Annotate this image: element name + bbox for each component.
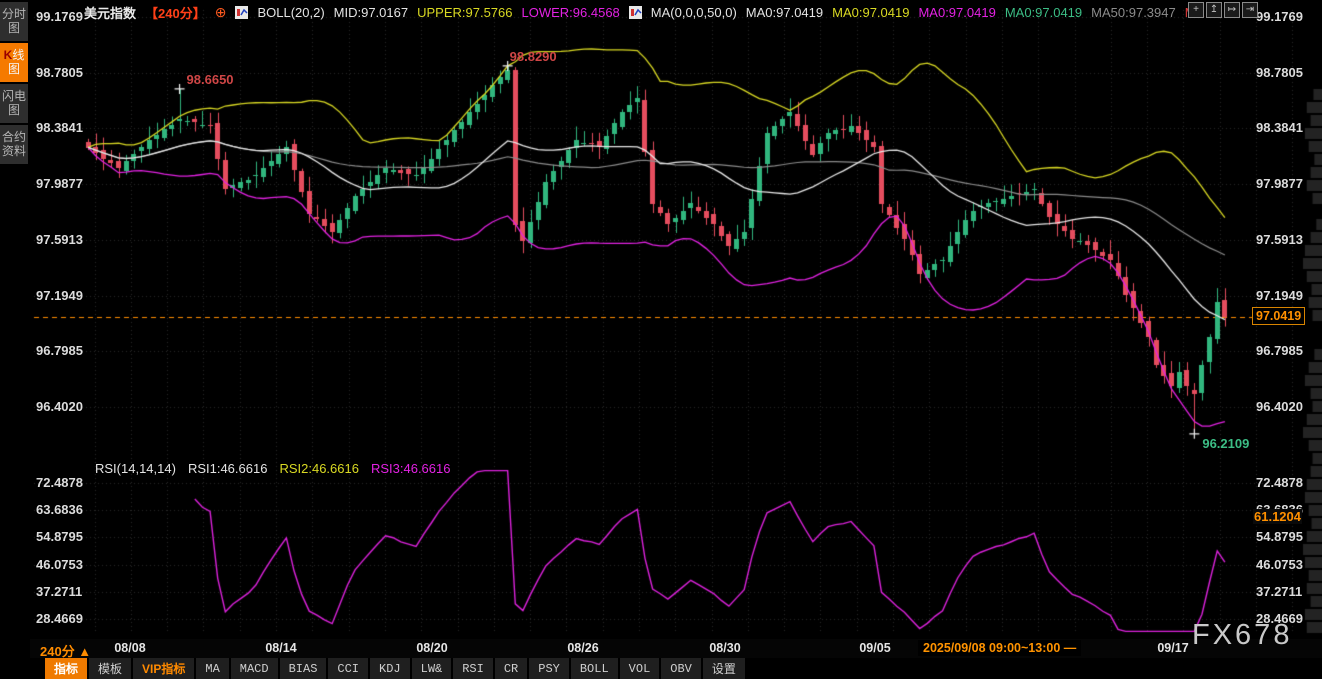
- rsi-axis-label: 72.4878: [1256, 475, 1303, 490]
- ma0-value-4: MA0:97.0419: [1005, 5, 1082, 20]
- ma-name: MA(0,0,0,50,0): [651, 5, 737, 20]
- collapse-panel-button[interactable]: ⇥: [1242, 2, 1258, 18]
- price-axis-label: 97.1949: [36, 288, 83, 303]
- rsi-axis-label: 54.8795: [1256, 529, 1303, 544]
- axis-zoom-x-button[interactable]: ↦: [1224, 2, 1240, 18]
- add-indicator-icon[interactable]: ⊕: [215, 4, 227, 21]
- indicator-toolbar: 指标模板VIP指标MAMACDBIASCCIKDJLW&RSICRPSYBOLL…: [45, 658, 745, 679]
- rsi-axis-label: 37.2711: [1256, 584, 1302, 599]
- chart-tool-buttons: +↥↦⇥: [1188, 2, 1258, 18]
- price-axis-label: 97.5913: [36, 232, 83, 247]
- ma0-value-1: MA0:97.0419: [746, 5, 823, 20]
- date-axis-row: 240分 ▲ 2025/09/08 09:00~13:00 — 08/0808/…: [30, 639, 1322, 658]
- annotation-high-1: 98.6650: [187, 72, 234, 87]
- date-tick: 08/08: [102, 641, 158, 655]
- sidebar-item-3[interactable]: 闪电图: [0, 84, 28, 123]
- toolbar-button-macd[interactable]: MACD: [231, 658, 278, 679]
- toolbar-button-obv[interactable]: OBV: [661, 658, 701, 679]
- boll-indicator-icon[interactable]: [235, 6, 248, 19]
- toolbar-button-lw-[interactable]: LW&: [412, 658, 452, 679]
- price-axis-label: 97.9877: [36, 176, 83, 191]
- date-tick: 09/05: [847, 641, 903, 655]
- pan-tool-button[interactable]: +: [1188, 2, 1204, 18]
- chart-header: 美元指数 【240分】 ⊕ BOLL(20,2) MID:97.0167 UPP…: [84, 3, 1204, 22]
- rsi-axis-label: 37.2711: [36, 584, 82, 599]
- sidebar-item-4[interactable]: 合约资料: [0, 125, 28, 164]
- date-tick: 08/26: [555, 641, 611, 655]
- last-price-tag: 97.0419: [1252, 307, 1305, 325]
- boll-upper-value: UPPER:97.5766: [417, 5, 512, 20]
- price-axis-label: 98.3841: [1256, 120, 1303, 135]
- toolbar-button-bias[interactable]: BIAS: [280, 658, 327, 679]
- price-axis-label: 96.4020: [36, 399, 83, 414]
- symbol-name: 美元指数: [84, 3, 136, 22]
- ma0-value-2: MA0:97.0419: [832, 5, 909, 20]
- toolbar-button-vol[interactable]: VOL: [620, 658, 660, 679]
- rsi-axis-label: 63.6836: [36, 502, 83, 517]
- rsi-axis-label: 72.4878: [36, 475, 83, 490]
- candlestick-chart-canvas[interactable]: [0, 0, 1322, 677]
- rsi3-value: RSI3:46.6616: [371, 461, 451, 476]
- ma50-value: MA50:97.3947: [1091, 5, 1176, 20]
- ma0-value-3: MA0:97.0419: [918, 5, 995, 20]
- price-axis-label: 96.4020: [1256, 399, 1303, 414]
- rsi-axis-label: 28.4669: [36, 611, 83, 626]
- price-axis-label: 98.3841: [36, 120, 83, 135]
- axis-zoom-y-button[interactable]: ↥: [1206, 2, 1222, 18]
- toolbar-button-模板[interactable]: 模板: [89, 658, 131, 679]
- toolbar-button-boll[interactable]: BOLL: [571, 658, 618, 679]
- toolbar-button-ma[interactable]: MA: [196, 658, 228, 679]
- ma-indicator-icon[interactable]: [629, 6, 642, 19]
- toolbar-button-psy[interactable]: PSY: [529, 658, 569, 679]
- rsi-axis-label: 54.8795: [36, 529, 83, 544]
- toolbar-button-rsi[interactable]: RSI: [453, 658, 493, 679]
- price-axis-label: 98.7805: [36, 65, 83, 80]
- rsi-current-value-tag: 61.1204: [1253, 509, 1302, 524]
- date-tick: 08/14: [253, 641, 309, 655]
- price-axis-label: 99.1769: [1256, 9, 1303, 24]
- rsi-axis-label: 46.0753: [1256, 557, 1303, 572]
- price-axis-label: 98.7805: [1256, 65, 1303, 80]
- date-tick: 08/20: [404, 641, 460, 655]
- price-axis-label: 97.1949: [1256, 288, 1303, 303]
- sidebar-item-2[interactable]: K线图: [0, 43, 28, 82]
- rsi2-value: RSI2:46.6616: [279, 461, 359, 476]
- price-axis-label: 99.1769: [36, 9, 83, 24]
- hover-date-range: 2025/09/08 09:00~13:00 —: [918, 640, 1081, 656]
- toolbar-button-vip指标[interactable]: VIP指标: [133, 658, 194, 679]
- price-axis-label: 97.5913: [1256, 232, 1303, 247]
- toolbar-button-设置[interactable]: 设置: [703, 658, 745, 679]
- toolbar-button-cr[interactable]: CR: [495, 658, 527, 679]
- boll-mid-value: MID:97.0167: [334, 5, 408, 20]
- price-axis-label: 96.7985: [36, 343, 83, 358]
- date-tick: 08/30: [697, 641, 753, 655]
- period-label: 【240分】: [145, 3, 206, 22]
- annotation-high-2: 98.8290: [510, 49, 557, 64]
- toolbar-button-cci[interactable]: CCI: [328, 658, 368, 679]
- rsi-axis-label: 46.0753: [36, 557, 83, 572]
- annotation-low: 96.2109: [1202, 436, 1249, 451]
- boll-name: BOLL(20,2): [257, 5, 324, 20]
- price-axis-label: 96.7985: [1256, 343, 1303, 358]
- watermark-logo: FX678: [1192, 619, 1292, 652]
- rsi-header: RSI(14,14,14) RSI1:46.6616 RSI2:46.6616 …: [95, 461, 450, 476]
- boll-lower-value: LOWER:96.4568: [522, 5, 620, 20]
- left-sidebar: 分时图K线图闪电图合约资料: [0, 0, 30, 677]
- rsi1-value: RSI1:46.6616: [188, 461, 268, 476]
- price-axis-label: 97.9877: [1256, 176, 1303, 191]
- toolbar-button-指标[interactable]: 指标: [45, 658, 87, 679]
- toolbar-button-kdj[interactable]: KDJ: [370, 658, 410, 679]
- sidebar-item-1[interactable]: 分时图: [0, 2, 28, 41]
- rsi-name: RSI(14,14,14): [95, 461, 176, 476]
